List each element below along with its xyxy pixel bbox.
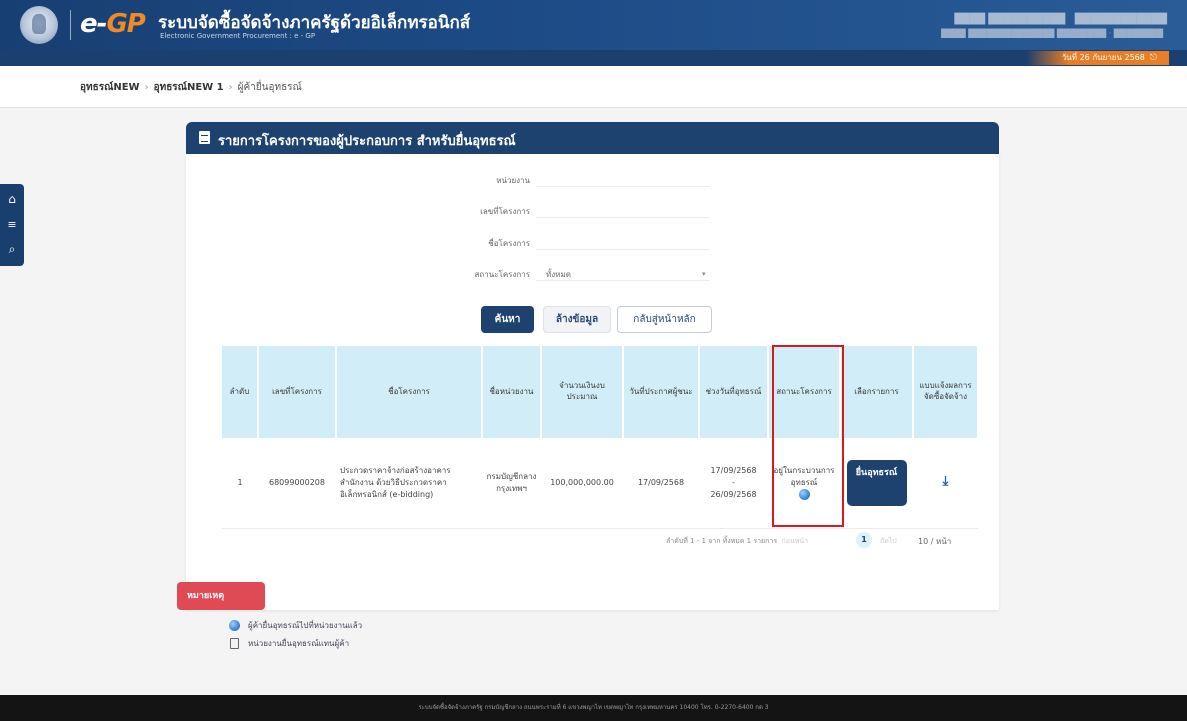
col-form: แบบแจ้งผลการจัดซื้อจัดจ้าง: [913, 346, 979, 438]
appeal-start-date: 17/09/2568: [710, 466, 757, 476]
top-header: e-GP ระบบจัดซื้อจัดจ้างภาครัฐด้วยอิเล็กท…: [0, 0, 1187, 50]
legend-item-agency-appealed: หน่วยงานยื่นอุทธรณ์แทนผู้ค้า: [228, 637, 349, 650]
user-name-blurred: ████ ██████████ ████████████: [954, 14, 1167, 25]
page-size-select[interactable]: 10 / หน้า: [918, 535, 951, 548]
submit-appeal-button[interactable]: ยื่นอุทธรณ์: [846, 459, 907, 506]
cell-agency: กรมบัญชีกลาง กรุงเทพฯ: [482, 438, 541, 529]
col-select: เลือกรายการ: [840, 346, 914, 438]
egp-logo[interactable]: e-GP: [80, 9, 146, 39]
floating-side-nav: ⌂ ≡ ⌕: [0, 184, 24, 266]
breadcrumb: อุทธรณ์NEW › อุทธรณ์NEW 1 › ผู้ค้ายื่นอุทธรณ…: [80, 80, 302, 95]
col-project-status: สถานะโครงการ: [768, 346, 841, 438]
download-icon[interactable]: ⤓: [943, 474, 949, 489]
user-org-blurred: ████ ██████████████ ████████ · ████████: [941, 29, 1163, 38]
search-icon[interactable]: ⌕: [0, 242, 24, 257]
home-icon[interactable]: ⌂: [0, 192, 24, 206]
agency-label: หน่วยงาน: [496, 176, 530, 185]
breadcrumb-separator: ›: [144, 82, 149, 93]
table-header-row: ลำดับ เลขที่โครงการ ชื่อโครงการ ชื่อหน่ว…: [222, 346, 979, 438]
col-seq: ลำดับ: [222, 346, 259, 438]
legend-label: ผู้ค้ายื่นอุทธรณ์ไปที่หน่วยงานแล้ว: [248, 621, 363, 630]
breadcrumb-item-current: ผู้ค้ายื่นอุทธรณ์: [237, 82, 302, 93]
breadcrumb-separator: ›: [228, 82, 233, 93]
col-project-name: ชื่อโครงการ: [336, 346, 483, 438]
cell-seq: 1: [222, 438, 258, 529]
project-no-input[interactable]: [536, 217, 710, 218]
pagination-prev[interactable]: ก่อนหน้า: [782, 537, 809, 545]
legend-label: หน่วยงานยื่นอุทธรณ์แทนผู้ค้า: [248, 639, 350, 648]
logout-icon[interactable]: ⎋: [1150, 51, 1157, 65]
back-to-home-button[interactable]: กลับสู่หน้าหลัก: [617, 306, 712, 333]
project-name-label: ชื่อโครงการ: [488, 239, 530, 248]
globe-icon: [798, 488, 810, 500]
date-label: วันที่ 26 กันยายน 2568: [1061, 53, 1145, 62]
header-subbar: [0, 50, 1187, 66]
cell-select: ยื่นอุทธรณ์: [840, 438, 913, 529]
cell-announce-date: 17/09/2568: [623, 438, 699, 529]
site-subtitle: Electronic Government Procurement : e - …: [160, 32, 316, 40]
document-icon: [228, 638, 240, 649]
cell-project-no: 68099000208: [258, 438, 336, 529]
search-button[interactable]: ค้นหา: [481, 306, 534, 333]
col-announce-date: วันที่ประกาศผู้ชนะ: [623, 346, 700, 438]
pagination-next[interactable]: ถัดไป: [880, 536, 897, 547]
status-label: สถานะโครงการ: [474, 270, 530, 279]
pagination-summary: ลำดับที่ 1 - 1 จาก ทั้งหมด 1 รายการ ก่อน…: [666, 536, 808, 547]
document-icon: [199, 131, 210, 144]
col-appeal-period: ช่วงวันที่อุทธรณ์: [699, 346, 769, 438]
breadcrumb-item-appeal-new[interactable]: อุทธรณ์NEW: [80, 82, 140, 93]
table-row: 1 68099000208 ประกวดราคาจ้างก่อสร้างอาคา…: [222, 438, 978, 529]
cell-form: ⤓: [913, 438, 978, 529]
government-emblem-logo[interactable]: [20, 6, 58, 44]
appeal-end-date: 26/09/2568: [710, 489, 757, 499]
status-text: อยู่ในกระบวนการอุทธรณ์: [773, 466, 835, 487]
chevron-down-icon[interactable]: ▾: [702, 270, 706, 278]
date-logout-pill[interactable]: วันที่ 26 กันยายน 2568 ⎋: [1025, 51, 1169, 65]
globe-icon: [228, 620, 240, 631]
agency-input[interactable]: [536, 186, 710, 187]
col-budget: จำนวนเงินงบประมาณ: [541, 346, 624, 438]
breadcrumb-item-appeal-new-1[interactable]: อุทธรณ์NEW 1: [154, 82, 224, 93]
cell-project-status: อยู่ในกระบวนการอุทธรณ์: [768, 438, 840, 529]
logo-e: e-: [80, 9, 107, 39]
footer: ระบบจัดซื้อจัดจ้างภาครัฐ กรมบัญชีกลาง ถน…: [0, 695, 1187, 721]
project-no-label: เลขที่โครงการ: [480, 207, 530, 216]
col-project-no: เลขที่โครงการ: [258, 346, 337, 438]
cell-project-name: ประกวดราคาจ้างก่อสร้างอาคารสำนักงาน ด้วย…: [336, 438, 482, 529]
cell-budget: 100,000,000.00: [541, 438, 623, 529]
appeal-date-dash: -: [732, 477, 735, 487]
clear-button[interactable]: ล้างข้อมูล: [543, 306, 611, 333]
menu-icon[interactable]: ≡: [0, 218, 24, 231]
status-select-underline: [536, 280, 710, 281]
card-title: รายการโครงการของผู้ประกอบการ สำหรับยื่นอ…: [218, 134, 516, 149]
pagination-summary-text: ลำดับที่ 1 - 1 จาก ทั้งหมด 1 รายการ: [666, 537, 778, 545]
remark-tag: หมายเหตุ: [177, 582, 265, 610]
card-header: รายการโครงการของผู้ประกอบการ สำหรับยื่นอ…: [186, 122, 999, 154]
project-name-input[interactable]: [536, 249, 710, 250]
project-table: ลำดับ เลขที่โครงการ ชื่อโครงการ ชื่อหน่ว…: [222, 346, 979, 529]
header-divider: [70, 10, 71, 40]
legend-item-vendor-appealed: ผู้ค้ายื่นอุทธรณ์ไปที่หน่วยงานแล้ว: [228, 619, 362, 632]
cell-appeal-period: 17/09/2568 - 26/09/2568: [699, 438, 768, 529]
logo-gp: GP: [106, 9, 145, 39]
pagination-current-page[interactable]: 1: [856, 532, 872, 548]
col-agency: ชื่อหน่วยงาน: [482, 346, 542, 438]
